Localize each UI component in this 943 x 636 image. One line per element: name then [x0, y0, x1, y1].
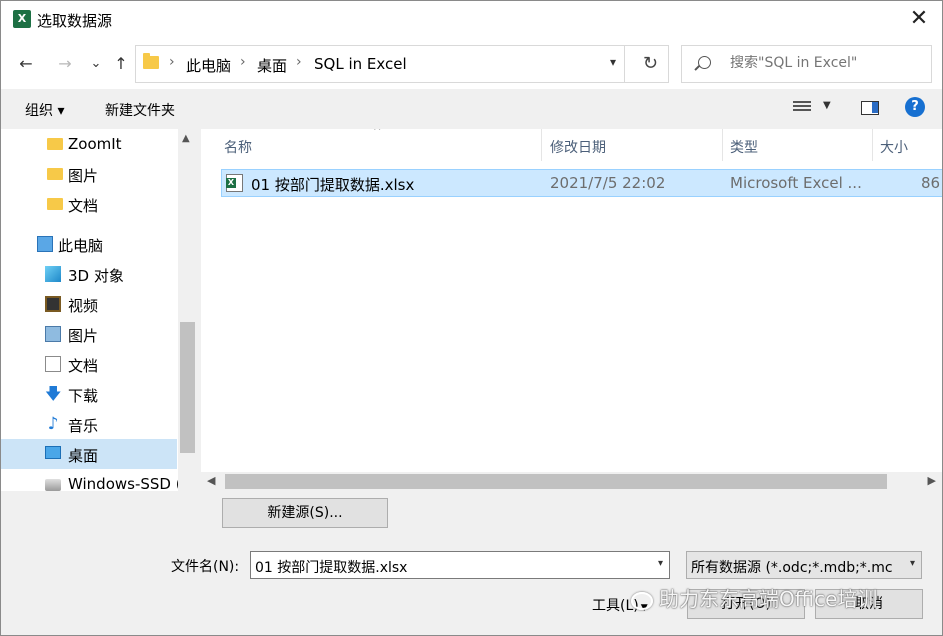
breadcrumb-desktop[interactable]: 桌面: [257, 55, 287, 76]
search-box[interactable]: [681, 45, 932, 83]
column-header-date-modified[interactable]: 修改日期: [542, 129, 722, 161]
sidebar-item-label: 文档: [68, 197, 99, 215]
search-icon: [698, 56, 711, 69]
breadcrumb-this-pc[interactable]: 此电脑: [186, 55, 231, 76]
pictures-icon: [45, 326, 61, 342]
scroll-left-arrow-icon[interactable]: ◀: [207, 474, 215, 487]
folder-icon: [143, 53, 159, 69]
column-header-size[interactable]: 大小: [872, 129, 942, 161]
file-list: ^ 名称 修改日期 类型 大小 01 按部门提取数据.xlsx 2021/7/5…: [201, 129, 942, 472]
file-type-filter-value: 所有数据源 (*.odc;*.mdb;*.mc: [691, 560, 893, 576]
file-type-filter-select[interactable]: 所有数据源 (*.odc;*.mdb;*.mc ▾: [686, 551, 922, 579]
document-icon: [45, 356, 61, 372]
column-header-name[interactable]: 名称: [216, 129, 541, 161]
sidebar-item-label: 此电脑: [58, 237, 104, 255]
search-input[interactable]: [730, 55, 925, 71]
folder-icon: [47, 138, 63, 150]
scrollbar-thumb[interactable]: [225, 474, 887, 489]
breadcrumb-separator[interactable]: ›: [296, 54, 302, 70]
music-icon: ♪: [47, 414, 59, 434]
sidebar-item-label: 音乐: [68, 417, 99, 435]
address-bar[interactable]: › 此电脑 › 桌面 › SQL in Excel ▾ ↻: [135, 45, 669, 83]
folder-icon: [47, 168, 63, 180]
download-icon: 🡇: [45, 384, 62, 403]
column-header-type[interactable]: 类型: [722, 129, 872, 161]
sidebar-item-label: 图片: [68, 327, 99, 345]
tools-label: 工具(L): [592, 598, 639, 614]
excel-app-icon: X: [13, 10, 31, 28]
open-button[interactable]: 打开(O): [687, 589, 805, 619]
sidebar-item-label: 3D 对象: [68, 267, 124, 285]
navigation-bar: ← → ⌄ ↑ › 此电脑 › 桌面 › SQL in Excel ▾ ↻: [1, 39, 942, 89]
sidebar-item-windows-ssd[interactable]: Windows-SSD (: [1, 469, 182, 491]
file-size: 86: [921, 174, 941, 192]
navigation-scrollbar[interactable]: ▲: [178, 129, 197, 491]
sidebar-item-pictures[interactable]: 图片: [1, 159, 177, 189]
chevron-down-icon: ▼: [640, 603, 648, 613]
sidebar-item-label: 图片: [68, 167, 99, 185]
forward-button[interactable]: →: [54, 53, 76, 75]
drive-icon: [45, 479, 61, 491]
preview-pane-icon[interactable]: [861, 101, 879, 115]
sidebar-item-label: 文档: [68, 357, 99, 375]
sidebar-item-zoomit[interactable]: ZoomIt: [1, 129, 177, 159]
chevron-down-icon[interactable]: ▾: [658, 558, 663, 569]
chevron-down-icon[interactable]: ▾: [610, 55, 616, 69]
refresh-button[interactable]: ↻: [643, 53, 658, 74]
dialog-title: 选取数据源: [37, 12, 113, 30]
filename-label: 文件名(N):: [171, 559, 240, 575]
cancel-button[interactable]: 取消: [815, 589, 923, 619]
3d-objects-icon: [45, 266, 61, 282]
desktop-icon: [45, 446, 61, 459]
scroll-right-arrow-icon[interactable]: ▶: [928, 474, 936, 487]
view-options-icon[interactable]: [793, 101, 811, 115]
horizontal-scrollbar[interactable]: ◀ ▶: [201, 472, 942, 491]
breadcrumb-separator[interactable]: ›: [240, 54, 246, 70]
scroll-up-arrow-icon[interactable]: ▲: [182, 133, 190, 144]
filename-value[interactable]: 01 按部门提取数据.xlsx: [255, 557, 407, 577]
sidebar-item-desktop[interactable]: 桌面: [1, 439, 177, 469]
back-button[interactable]: ←: [15, 53, 37, 75]
sidebar-item-downloads[interactable]: 🡇 下载: [1, 379, 177, 409]
new-folder-button[interactable]: 新建文件夹: [105, 100, 175, 120]
organize-button[interactable]: 组织 ▾: [25, 100, 64, 120]
up-button[interactable]: ↑: [110, 53, 132, 75]
computer-icon: [37, 236, 53, 252]
sidebar-item-label: 桌面: [68, 447, 99, 465]
file-date-modified: 2021/7/5 22:02: [550, 174, 666, 192]
sidebar-item-pictures-pc[interactable]: 图片: [1, 319, 177, 349]
scrollbar-thumb[interactable]: [180, 322, 195, 453]
divider: [624, 46, 625, 82]
command-toolbar: 组织 ▾ 新建文件夹 ▼ ?: [1, 89, 942, 129]
breadcrumb-sql-in-excel[interactable]: SQL in Excel: [314, 55, 407, 73]
recent-locations-button[interactable]: ⌄: [85, 53, 107, 75]
file-row[interactable]: 01 按部门提取数据.xlsx 2021/7/5 22:02 Microsoft…: [221, 169, 942, 197]
sidebar-item-documents-pc[interactable]: 文档: [1, 349, 177, 379]
file-name: 01 按部门提取数据.xlsx: [251, 176, 415, 194]
title-bar: X 选取数据源 ✕: [1, 1, 942, 39]
sidebar-item-music[interactable]: ♪ 音乐: [1, 409, 177, 439]
close-button[interactable]: ✕: [904, 5, 934, 35]
breadcrumb-separator[interactable]: ›: [169, 54, 175, 70]
tools-button[interactable]: 工具(L) ▼: [592, 595, 648, 615]
navigation-pane: ZoomIt 图片 文档 此电脑 3D 对象 视频 图片 文档 🡇 下载 ♪ 音…: [1, 129, 197, 491]
help-icon[interactable]: ?: [905, 97, 925, 117]
sidebar-item-this-pc[interactable]: 此电脑: [1, 229, 177, 259]
sidebar-item-label: Windows-SSD (: [68, 475, 182, 491]
sidebar-item-label: 下载: [68, 387, 99, 405]
chevron-down-icon[interactable]: ▼: [823, 100, 831, 111]
select-data-source-dialog: X 选取数据源 ✕ ← → ⌄ ↑ › 此电脑 › 桌面 › SQL in Ex…: [0, 0, 943, 636]
new-source-button[interactable]: 新建源(S)...: [222, 498, 388, 528]
excel-file-icon: [226, 174, 243, 192]
sidebar-item-label: 视频: [68, 297, 99, 315]
sidebar-item-3d-objects[interactable]: 3D 对象: [1, 259, 177, 289]
sidebar-item-label: ZoomIt: [68, 135, 122, 153]
file-type: Microsoft Excel ...: [730, 174, 862, 192]
video-icon: [45, 296, 61, 312]
chevron-down-icon[interactable]: ▾: [907, 558, 915, 569]
folder-icon: [47, 198, 63, 210]
sidebar-item-videos[interactable]: 视频: [1, 289, 177, 319]
filename-input[interactable]: 01 按部门提取数据.xlsx ▾: [250, 551, 670, 579]
sidebar-item-documents[interactable]: 文档: [1, 189, 177, 219]
